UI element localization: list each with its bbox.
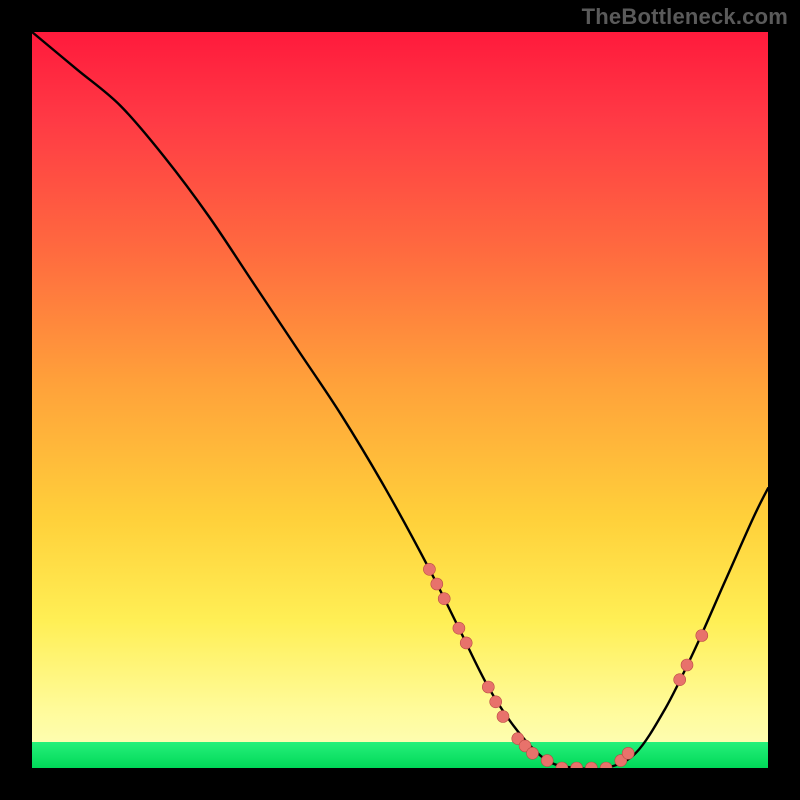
data-marker (571, 762, 583, 768)
data-marker (622, 747, 634, 759)
data-marker (460, 637, 472, 649)
data-marker (556, 762, 568, 768)
data-marker (482, 681, 494, 693)
data-marker (681, 659, 693, 671)
data-marker (497, 711, 509, 723)
data-marker (423, 563, 435, 575)
data-marker (438, 593, 450, 605)
bottleneck-curve-path (32, 32, 768, 768)
data-marker (453, 622, 465, 634)
curve-markers (423, 563, 707, 768)
data-marker (541, 755, 553, 767)
curve-group (32, 32, 768, 768)
data-marker (696, 630, 708, 642)
data-marker (527, 747, 539, 759)
data-marker (490, 696, 502, 708)
data-marker (585, 762, 597, 768)
chart-frame: TheBottleneck.com (0, 0, 800, 800)
plot-area (32, 32, 768, 768)
data-marker (600, 762, 612, 768)
data-marker (674, 674, 686, 686)
bottleneck-curve-svg (32, 32, 768, 768)
data-marker (431, 578, 443, 590)
watermark-label: TheBottleneck.com (582, 4, 788, 30)
